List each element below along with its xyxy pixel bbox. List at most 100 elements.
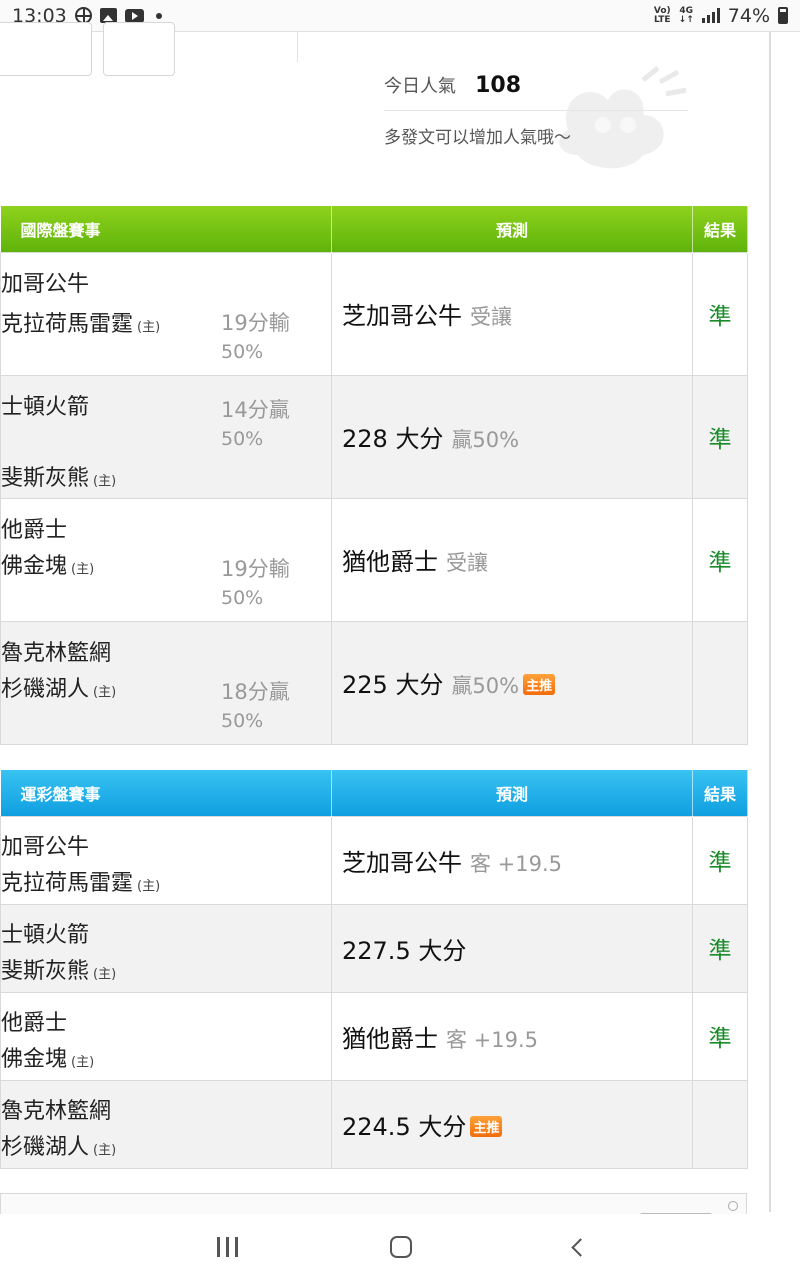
prediction-sub: 受讓: [446, 551, 488, 575]
match-cell: 魯克林籃網 杉磯湖人 (主) 18分贏 50%: [0, 620, 332, 745]
battery-percent: 74%: [727, 4, 770, 27]
match-cell: 他爵士 佛金塊 (主) 19分輸 50%: [0, 497, 332, 622]
prediction-main: 芝加哥公牛: [342, 302, 462, 330]
prediction-main: 227.5 大分: [342, 936, 467, 965]
recents-button[interactable]: [214, 1234, 240, 1260]
home-team: 斐斯灰熊 (主): [1, 958, 117, 984]
match-cell: 他爵士 佛金塊 (主): [0, 991, 332, 1081]
table-row[interactable]: 加哥公牛 克拉荷馬雷霆 (主) 19分輸 50% 芝加哥公牛 受讓 準: [0, 251, 748, 376]
prediction-cell: 猶他爵士客 +19.5: [331, 991, 693, 1081]
away-team: 加哥公牛: [1, 834, 90, 860]
prediction-sub: 客 +19.5: [446, 1027, 539, 1052]
match-cell: 士頓火箭 斐斯灰熊 (主): [0, 903, 332, 993]
table-row[interactable]: 他爵士 佛金塊 (主) 19分輸 50% 猶他爵士 受讓 準: [0, 497, 748, 622]
popularity-divider: [384, 110, 688, 111]
status-right: Vo) LTE 4G ↓↑ 74%: [654, 5, 788, 27]
home-icon: [390, 1236, 412, 1258]
home-team: 佛金塊 (主): [1, 1046, 95, 1072]
header-result: 結果: [692, 206, 748, 252]
hot-pick-badge: 主推: [470, 1115, 503, 1137]
prediction-cell: 225 大分 贏50% 主推: [331, 620, 693, 745]
spread-percent: 50%: [221, 586, 264, 609]
prediction-cell: 227.5 大分: [331, 903, 693, 993]
match-cell: 加哥公牛 克拉荷馬雷霆 (主): [0, 815, 332, 905]
result-cell: 準: [692, 903, 748, 993]
hot-pick-badge: 主推: [523, 674, 556, 695]
intl-predictions-table: 國際盤賽事 預測 結果 加哥公牛 克拉荷馬雷霆 (主) 19分輸 50% 芝加哥公…: [0, 206, 748, 745]
prediction-main: 猶他爵士: [342, 1024, 438, 1053]
table-header-row: 運彩盤賽事 預測 結果: [0, 770, 748, 816]
popularity-value: 108: [475, 73, 522, 98]
away-team: 他爵士: [1, 1010, 68, 1036]
header-prediction: 預測: [331, 770, 693, 816]
result-cell: [692, 1079, 748, 1169]
result-cell: 準: [692, 251, 748, 376]
recents-icon: [216, 1237, 220, 1257]
result-cell: 準: [692, 497, 748, 622]
header-result: 結果: [692, 770, 748, 816]
match-cell: 士頓火箭 斐斯灰熊 (主) 14分贏 50%: [0, 374, 332, 499]
divider: [297, 32, 298, 62]
result-cell: 準: [692, 991, 748, 1081]
popularity-box: 今日人氣 108 多發文可以增加人氣哦～: [384, 72, 688, 148]
away-team: 士頓火箭: [1, 394, 90, 420]
image-icon: [99, 8, 117, 23]
home-team: 佛金塊 (主): [1, 553, 95, 579]
table-row[interactable]: 魯克林籃網 杉磯湖人 (主) 18分贏 50% 225 大分 贏50% 主推: [0, 620, 748, 745]
sports-lottery-table: 運彩盤賽事 預測 結果 加哥公牛 克拉荷馬雷霆 (主) 芝加哥公牛客 +19.5 …: [0, 770, 748, 1169]
table-row[interactable]: 魯克林籃網 杉磯湖人 (主) 224.5 大分 主推: [0, 1079, 748, 1169]
4g-icon: 4G ↓↑: [678, 5, 694, 25]
spread-result: 18分贏: [221, 679, 290, 704]
prediction-sub: 贏50%: [451, 428, 520, 452]
prediction-sub: 受讓: [470, 305, 512, 329]
spread-percent: 50%: [221, 709, 264, 732]
spread-percent: 50%: [221, 427, 264, 450]
prediction-cell: 224.5 大分 主推: [331, 1079, 693, 1169]
signal-icon: [701, 8, 720, 23]
spread-result: 19分輸: [221, 556, 290, 581]
volte-icon: Vo) LTE: [653, 5, 671, 25]
away-team: 魯克林籃網: [1, 1098, 112, 1124]
android-nav-bar: [0, 1214, 800, 1280]
partial-button-2[interactable]: [103, 22, 175, 76]
table-row[interactable]: 士頓火箭 斐斯灰熊 (主) 14分贏 50% 228 大分 贏50% 準: [0, 374, 748, 499]
battery-icon: [778, 7, 788, 24]
home-team: 克拉荷馬雷霆 (主): [1, 870, 161, 896]
result-cell: 準: [692, 374, 748, 499]
popularity-tip: 多發文可以增加人氣哦～: [384, 128, 571, 148]
scroll-track[interactable]: [769, 32, 771, 1212]
result-cell: [692, 620, 748, 745]
back-button[interactable]: [564, 1234, 590, 1260]
home-team: 克拉荷馬雷霆 (主): [1, 311, 161, 337]
table-row[interactable]: 他爵士 佛金塊 (主) 猶他爵士客 +19.5 準: [0, 991, 748, 1081]
prediction-main: 芝加哥公牛: [342, 848, 462, 877]
profile-area: 今日人氣 108 多發文可以增加人氣哦～: [0, 22, 770, 204]
prediction-cell: 芝加哥公牛客 +19.5: [331, 815, 693, 905]
home-team: 斐斯灰熊 (主): [1, 465, 117, 491]
youtube-icon: [124, 8, 144, 23]
result-cell: 準: [692, 815, 748, 905]
partial-button-1[interactable]: [0, 22, 92, 76]
home-team: 杉磯湖人 (主): [1, 1134, 117, 1160]
prediction-cell: 猶他爵士 受讓: [331, 497, 693, 622]
prediction-sub: 客 +19.5: [470, 851, 563, 876]
prediction-main: 猶他爵士: [342, 548, 438, 576]
match-cell: 加哥公牛 克拉荷馬雷霆 (主) 19分輸 50%: [0, 251, 332, 376]
away-team: 加哥公牛: [1, 271, 90, 297]
away-team: 他爵士: [1, 517, 68, 543]
spread-result: 14分贏: [221, 397, 290, 422]
dot-icon: [155, 12, 162, 19]
match-cell: 魯克林籃網 杉磯湖人 (主): [0, 1079, 332, 1169]
table-row[interactable]: 加哥公牛 克拉荷馬雷霆 (主) 芝加哥公牛客 +19.5 準: [0, 815, 748, 905]
spread-percent: 50%: [221, 340, 264, 363]
home-button[interactable]: [388, 1234, 414, 1260]
prediction-main: 225 大分: [342, 671, 444, 699]
circle-icon: [728, 1201, 738, 1211]
spread-result: 19分輸: [221, 310, 290, 335]
popularity-label: 今日人氣: [384, 76, 456, 97]
header-match: 國際盤賽事: [0, 206, 332, 252]
table-row[interactable]: 士頓火箭 斐斯灰熊 (主) 227.5 大分 準: [0, 903, 748, 993]
prediction-main: 224.5 大分: [342, 1112, 467, 1141]
prediction-sub: 贏50%: [451, 674, 520, 698]
table-header-row: 國際盤賽事 預測 結果: [0, 206, 748, 252]
